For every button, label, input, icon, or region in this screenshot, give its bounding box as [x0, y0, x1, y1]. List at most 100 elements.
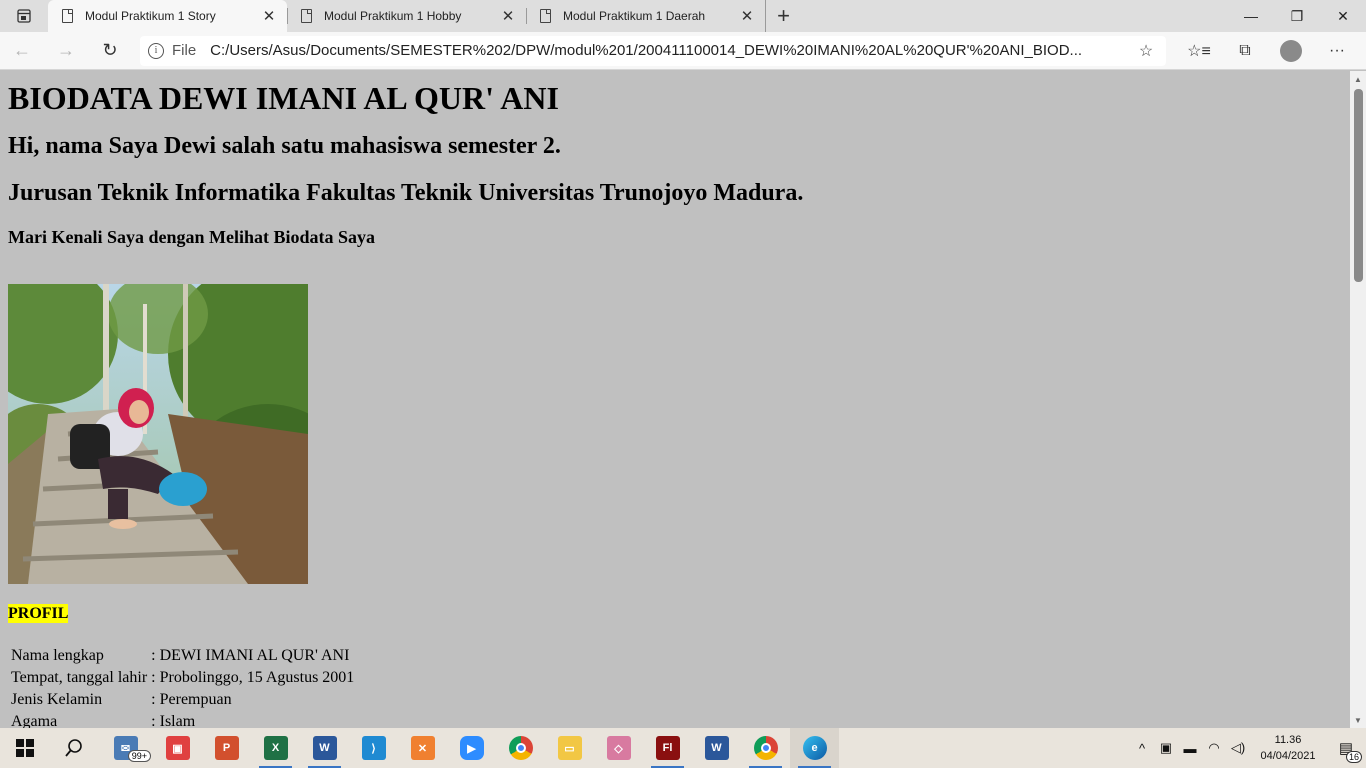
tab-hobby[interactable]: Modul Praktikum 1 Hobby ✕: [287, 0, 526, 32]
tab-actions-icon: [17, 9, 31, 23]
tab-actions-button[interactable]: [0, 0, 48, 32]
minimize-icon: —: [1244, 8, 1258, 24]
favorites-button[interactable]: ☆≡: [1176, 32, 1222, 70]
system-tray: ^ ▣ ▬ ◠ ◁) 11.36 04/04/2021 ▤ 16: [1130, 728, 1366, 768]
url-scheme: File: [172, 42, 197, 59]
info-icon[interactable]: i: [148, 42, 164, 59]
table-row: Jenis Kelamin : Perempuan: [10, 690, 355, 710]
start-button[interactable]: [0, 728, 49, 768]
file-explorer-icon: ▭: [557, 736, 582, 760]
scrollbar-thumb[interactable]: [1354, 89, 1363, 282]
xampp-icon: ✕: [410, 736, 435, 760]
taskbar-app-zoom[interactable]: ▶: [447, 728, 496, 768]
restore-icon: ❐: [1290, 7, 1304, 24]
vertical-scrollbar[interactable]: ▲ ▼: [1350, 71, 1366, 728]
scroll-up-icon[interactable]: ▲: [1350, 71, 1366, 87]
wifi-icon[interactable]: ◠: [1202, 740, 1226, 756]
profile-section-label: PROFIL: [8, 604, 69, 623]
refresh-button[interactable]: ↻: [88, 32, 132, 70]
taskbar-app-word[interactable]: W: [300, 728, 349, 768]
close-icon[interactable]: ✕: [500, 7, 516, 25]
chevron-up-icon[interactable]: ^: [1130, 741, 1154, 756]
tab-title: Modul Praktikum 1 Story: [85, 9, 216, 23]
collections-icon: ⧉: [1239, 41, 1251, 59]
address-bar[interactable]: i File C:/Users/Asus/Documents/SEMESTER%…: [140, 35, 1166, 66]
taskbar-app-chrome[interactable]: [496, 728, 545, 768]
table-row: Agama : Islam: [10, 712, 355, 728]
taskbar-app-flash[interactable]: Fl: [643, 728, 692, 768]
battery-icon[interactable]: ▬: [1178, 741, 1202, 756]
taskbar-app-vscode[interactable]: ⟩: [349, 728, 398, 768]
taskbar-app-excel[interactable]: X: [251, 728, 300, 768]
url-text[interactable]: C:/Users/Asus/Documents/SEMESTER%202/DPW…: [210, 42, 1134, 59]
settings-menu-button[interactable]: ···: [1314, 32, 1360, 70]
taskbar-app-mail[interactable]: ✉ 99+: [98, 728, 153, 768]
forward-button[interactable]: →: [44, 32, 88, 70]
word-icon: W: [312, 736, 337, 760]
row-value: : Islam: [151, 713, 196, 728]
mail-badge: 99+: [127, 750, 151, 762]
toolbar: ☆≡ ⧉ ···: [1176, 32, 1360, 70]
add-favorite-icon[interactable]: ☆: [1134, 41, 1158, 61]
row-label: Agama: [11, 713, 58, 728]
plus-icon: +: [777, 3, 790, 28]
close-icon[interactable]: ✕: [261, 7, 277, 25]
page-icon: [62, 9, 73, 23]
arrow-right-icon: →: [57, 40, 75, 60]
profile-table: Nama lengkap : DEWI IMANI AL QUR' ANI Te…: [8, 644, 357, 728]
close-icon: ✕: [1337, 7, 1349, 24]
tab-title: Modul Praktikum 1 Hobby: [324, 9, 462, 23]
profile-avatar[interactable]: [1280, 39, 1302, 62]
intro-line-1: Hi, nama Saya Dewi salah satu mahasiswa …: [8, 133, 561, 159]
taskbar-app-explorer[interactable]: ▭: [545, 728, 594, 768]
window-controls: — ❐ ✕: [1228, 0, 1366, 32]
volume-icon[interactable]: ◁): [1226, 740, 1250, 756]
gift-icon: ▣: [165, 736, 190, 760]
taskbar-app-word-doc[interactable]: W: [692, 728, 741, 768]
close-icon[interactable]: ✕: [739, 7, 755, 25]
navigation-bar: ← → ↻ i File C:/Users/Asus/Documents/SEM…: [0, 32, 1366, 70]
profile-photo: [8, 284, 308, 584]
tab-story[interactable]: Modul Praktikum 1 Story ✕: [48, 0, 287, 32]
zoom-icon: ▶: [459, 736, 484, 760]
profile-photo-image: [8, 284, 308, 584]
scroll-down-icon[interactable]: ▼: [1350, 712, 1366, 728]
more-icon: ···: [1329, 41, 1345, 59]
minimize-button[interactable]: —: [1228, 0, 1274, 32]
tab-title: Modul Praktikum 1 Daerah: [563, 9, 706, 23]
search-button[interactable]: [49, 728, 98, 768]
search-icon: [64, 739, 82, 757]
clock-time: 11.36: [1274, 734, 1302, 746]
row-label: Tempat, tanggal lahir: [11, 669, 148, 686]
clock-date: 04/04/2021: [1260, 750, 1316, 762]
device-icon[interactable]: ▣: [1154, 740, 1178, 756]
tab-daerah[interactable]: Modul Praktikum 1 Daerah ✕: [526, 0, 765, 32]
tab-strip: Modul Praktikum 1 Story ✕ Modul Praktiku…: [0, 0, 1366, 32]
notification-button[interactable]: ▤ 16: [1326, 739, 1366, 763]
close-window-button[interactable]: ✕: [1320, 0, 1366, 32]
notification-count: 16: [1345, 751, 1362, 763]
chrome-icon: [508, 736, 533, 760]
arrow-left-icon: ←: [13, 40, 31, 60]
row-value: : DEWI IMANI AL QUR' ANI: [151, 647, 350, 664]
table-row: Tempat, tanggal lahir : Probolinggo, 15 …: [10, 668, 355, 688]
row-value: : Perempuan: [151, 691, 232, 708]
taskbar-app-photos[interactable]: ◇: [594, 728, 643, 768]
page-icon: [301, 9, 312, 23]
taskbar-app-xampp[interactable]: ✕: [398, 728, 447, 768]
new-tab-button[interactable]: +: [765, 0, 801, 32]
collections-button[interactable]: ⧉: [1222, 32, 1268, 70]
windows-icon: [15, 739, 34, 757]
back-button[interactable]: ←: [0, 32, 44, 70]
excel-icon: X: [263, 736, 288, 760]
subheading: Mari Kenali Saya dengan Melihat Biodata …: [8, 227, 376, 247]
chrome-profile-icon: [753, 736, 778, 760]
taskbar-app-powerpoint[interactable]: P: [202, 728, 251, 768]
taskbar-app-edge[interactable]: e: [790, 728, 839, 768]
taskbar-app-chrome-profile[interactable]: [741, 728, 790, 768]
clock[interactable]: 11.36 04/04/2021: [1250, 732, 1326, 764]
restore-button[interactable]: ❐: [1274, 0, 1320, 32]
row-label: Nama lengkap: [11, 647, 104, 664]
taskbar-app-gift[interactable]: ▣: [153, 728, 202, 768]
page-icon: [540, 9, 551, 23]
